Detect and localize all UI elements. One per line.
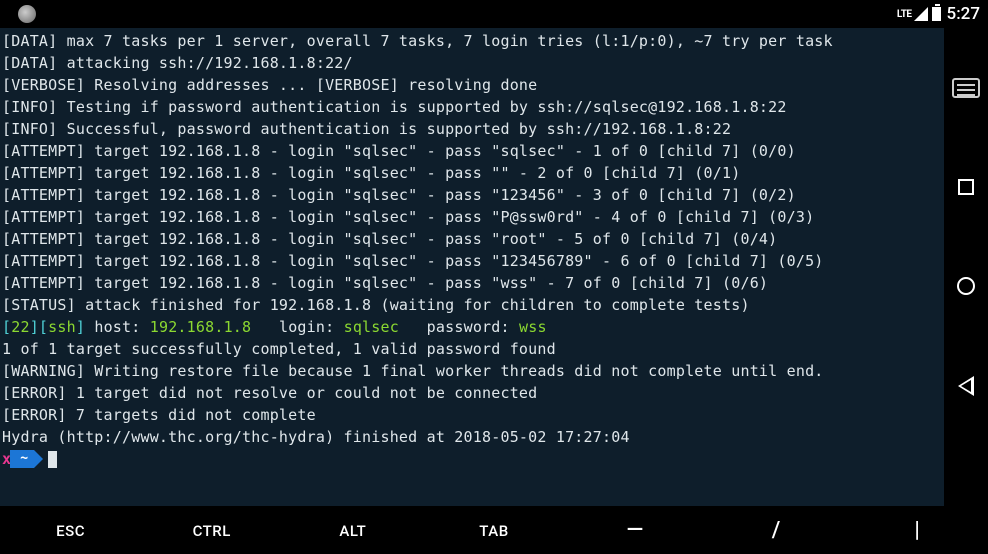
prompt-line[interactable]: x~ bbox=[2, 448, 942, 470]
prompt-arrow: ~ bbox=[10, 450, 34, 468]
extra-key-tab[interactable]: TAB bbox=[423, 522, 564, 540]
extra-key-[interactable]: — bbox=[565, 521, 706, 541]
terminal-output[interactable]: [DATA] max 7 tasks per 1 server, overall… bbox=[0, 28, 944, 506]
terminal-line: [WARNING] Writing restore file because 1… bbox=[2, 360, 942, 382]
keyboard-icon[interactable] bbox=[952, 78, 980, 98]
terminal-line: [ATTEMPT] target 192.168.1.8 - login "sq… bbox=[2, 250, 942, 272]
content-area: [DATA] max 7 tasks per 1 server, overall… bbox=[0, 28, 988, 506]
terminal-line: [22][ssh] host: 192.168.1.8 login: sqlse… bbox=[2, 316, 942, 338]
network-label: LTE bbox=[897, 9, 912, 20]
extra-key-ctrl[interactable]: CTRL bbox=[141, 522, 282, 540]
status-bar: LTE 5:27 bbox=[0, 0, 988, 28]
extra-key-[interactable]: / bbox=[706, 521, 847, 541]
status-left bbox=[14, 5, 36, 23]
signal-icon bbox=[914, 7, 928, 21]
terminal-line: [ATTEMPT] target 192.168.1.8 - login "sq… bbox=[2, 206, 942, 228]
terminal-line: [ATTEMPT] target 192.168.1.8 - login "sq… bbox=[2, 272, 942, 294]
extra-key-alt[interactable]: ALT bbox=[282, 522, 423, 540]
loading-spinner-icon bbox=[18, 5, 36, 23]
terminal-line: [ATTEMPT] target 192.168.1.8 - login "sq… bbox=[2, 140, 942, 162]
terminal-line: Hydra (http://www.thc.org/thc-hydra) fin… bbox=[2, 426, 942, 448]
terminal-line: 1 of 1 target successfully completed, 1 … bbox=[2, 338, 942, 360]
status-right: LTE 5:27 bbox=[897, 4, 980, 24]
terminal-line: [ATTEMPT] target 192.168.1.8 - login "sq… bbox=[2, 184, 942, 206]
terminal-line: [DATA] attacking ssh://192.168.1.8:22/ bbox=[2, 52, 942, 74]
terminal-line: [STATUS] attack finished for 192.168.1.8… bbox=[2, 294, 942, 316]
battery-icon bbox=[932, 7, 941, 21]
terminal-line: [VERBOSE] Resolving addresses ... [VERBO… bbox=[2, 74, 942, 96]
terminal-line: [ERROR] 1 target did not resolve or coul… bbox=[2, 382, 942, 404]
nav-rail bbox=[944, 28, 988, 506]
back-button[interactable] bbox=[958, 376, 974, 396]
extra-key-[interactable]: | bbox=[847, 521, 988, 541]
terminal-line: [INFO] Testing if password authenticatio… bbox=[2, 96, 942, 118]
terminal-line: [INFO] Successful, password authenticati… bbox=[2, 118, 942, 140]
home-button[interactable] bbox=[957, 277, 975, 295]
terminal-line: [DATA] max 7 tasks per 1 server, overall… bbox=[2, 30, 942, 52]
extra-key-esc[interactable]: ESC bbox=[0, 522, 141, 540]
clock-label: 5:27 bbox=[947, 4, 980, 24]
terminal-line: [ATTEMPT] target 192.168.1.8 - login "sq… bbox=[2, 162, 942, 184]
extra-keys-bar: ESCCTRLALTTAB—/| bbox=[0, 506, 988, 554]
terminal-line: [ATTEMPT] target 192.168.1.8 - login "sq… bbox=[2, 228, 942, 250]
terminal-line: [ERROR] 7 targets did not complete bbox=[2, 404, 942, 426]
cursor-icon bbox=[48, 451, 57, 468]
recent-apps-button[interactable] bbox=[958, 179, 974, 195]
